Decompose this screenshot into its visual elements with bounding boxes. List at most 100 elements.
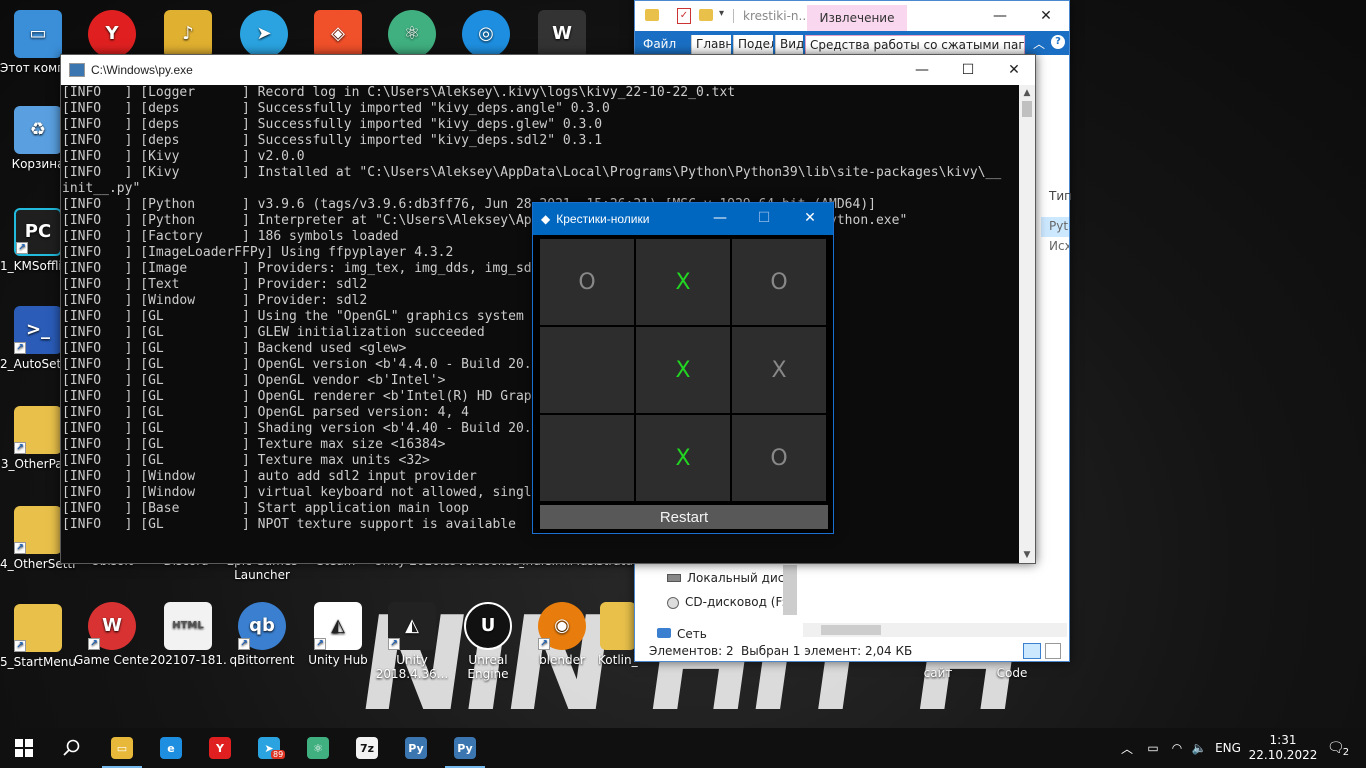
desktop-icon-blender[interactable]: ◉ ↗ blender bbox=[524, 602, 600, 667]
close-button[interactable]: ✕ bbox=[787, 203, 833, 233]
maximize-button[interactable]: ☐ bbox=[741, 203, 787, 233]
game-titlebar[interactable]: ◆ Крестики-нолики — ☐ ✕ bbox=[533, 203, 833, 235]
close-button[interactable]: ✕ bbox=[991, 55, 1037, 85]
large-icons-view-icon[interactable] bbox=[1045, 643, 1061, 659]
tab-view[interactable]: Вид bbox=[775, 35, 803, 55]
close-button[interactable]: ✕ bbox=[1023, 1, 1069, 31]
minimize-button[interactable]: — bbox=[899, 55, 945, 85]
file-row-source[interactable]: Исх bbox=[1049, 239, 1069, 253]
yandex-browser-icon: Y bbox=[88, 10, 136, 58]
desktop-icon-unity-hub[interactable]: ◭ ↗ Unity Hub bbox=[300, 602, 376, 667]
folder-icon bbox=[600, 602, 636, 650]
taskbar-app-file-explorer[interactable]: ▭ bbox=[98, 728, 146, 768]
atom-icon: ⚛ bbox=[307, 737, 329, 759]
scroll-thumb[interactable] bbox=[1022, 101, 1032, 117]
shortcut-arrow-icon: ↗ bbox=[388, 638, 400, 650]
desktop-icon-site-label[interactable]: сайт bbox=[900, 666, 976, 680]
tab-share[interactable]: Поделиться bbox=[733, 35, 773, 55]
maximize-button[interactable]: ☐ bbox=[945, 55, 991, 85]
tray-volume[interactable]: 🔈 bbox=[1188, 728, 1210, 768]
nav-network[interactable]: Сеть bbox=[657, 627, 707, 641]
qbittorrent-icon: qb ↗ bbox=[238, 602, 286, 650]
board-cell-6[interactable]: X bbox=[732, 327, 826, 413]
blender-icon: ◉ ↗ bbox=[538, 602, 586, 650]
file-row-python[interactable]: Pyth bbox=[1041, 217, 1069, 237]
folder-icon: ↗ bbox=[14, 406, 62, 454]
desktop-icon-unreal[interactable]: U Unreal Engine bbox=[450, 602, 526, 681]
board-cell-3[interactable]: O bbox=[732, 239, 826, 325]
notifications-button[interactable]: 🗨 2 bbox=[1318, 728, 1358, 768]
desktop-icon-html-file[interactable]: HTML 202107-181... bbox=[150, 602, 226, 667]
restart-button[interactable]: Restart bbox=[540, 505, 828, 529]
brave-icon: ◈ bbox=[314, 10, 362, 58]
desktop-icon-unity-2018[interactable]: ◭ ↗ Unity 2018.4.36... bbox=[374, 602, 450, 681]
nav-local-disk[interactable]: Локальный диск bbox=[667, 571, 792, 585]
nav-cd-drive[interactable]: CD-дисковод (F:) bbox=[667, 595, 790, 609]
7zip-icon: 7z bbox=[356, 737, 378, 759]
board-cell-4[interactable] bbox=[540, 327, 634, 413]
console-line: [INFO ] [deps ] Successfully imported "k… bbox=[62, 133, 603, 148]
board-cell-1[interactable]: O bbox=[540, 239, 634, 325]
desktop-icon-qbittorrent[interactable]: qb ↗ qBittorrent bbox=[224, 602, 300, 667]
taskbar-app-7zip[interactable]: 7z bbox=[343, 728, 391, 768]
tab-extract-context[interactable]: Извлечение bbox=[807, 5, 907, 31]
desktop-icon-code-label[interactable]: Code bbox=[974, 666, 1050, 680]
chevron-down-icon[interactable]: ▾ bbox=[719, 8, 724, 19]
taskbar-app-yandex-browser[interactable]: Y bbox=[196, 728, 244, 768]
board-cell-5[interactable]: X bbox=[636, 327, 730, 413]
folder-icon: ↗ bbox=[14, 506, 62, 554]
python-icon bbox=[69, 63, 85, 77]
tab-compressed-tools[interactable]: Средства работы со сжатыми папками bbox=[805, 35, 1025, 55]
tray-network[interactable]: ◠ bbox=[1166, 728, 1188, 768]
console-scrollbar[interactable]: ▲ ▼ bbox=[1019, 85, 1035, 563]
unreal-engine-icon: U bbox=[464, 602, 512, 650]
taskbar-app-python-idle[interactable]: Py bbox=[392, 728, 440, 768]
tray-battery[interactable]: ▭ bbox=[1142, 728, 1164, 768]
new-folder-icon[interactable] bbox=[699, 9, 713, 21]
scroll-down-icon[interactable]: ▼ bbox=[1019, 547, 1035, 563]
show-hidden-icons-button[interactable]: ︿ bbox=[1118, 728, 1136, 768]
minimize-button[interactable]: — bbox=[977, 1, 1023, 31]
document-icon: ♪ bbox=[164, 10, 212, 58]
taskbar-app-internet-explorer[interactable]: e bbox=[147, 728, 195, 768]
address-area bbox=[1035, 155, 1069, 179]
console-titlebar[interactable]: C:\Windows\py.exe — ☐ ✕ bbox=[61, 55, 1035, 85]
scroll-thumb[interactable] bbox=[821, 625, 881, 635]
column-header-type[interactable]: Тип bbox=[1049, 189, 1072, 203]
taskbar-app-atom[interactable]: ⚛ bbox=[294, 728, 342, 768]
explorer-titlebar[interactable]: ✓ ▾ krestiki-n... Извлечение — ✕ bbox=[635, 1, 1069, 31]
language-indicator[interactable]: ENG bbox=[1210, 728, 1246, 768]
file-explorer-icon: ▭ bbox=[111, 737, 133, 759]
explorer-title: krestiki-n... bbox=[743, 9, 810, 23]
battery-icon: ▭ bbox=[1147, 741, 1159, 755]
nav-scrollbar[interactable] bbox=[783, 565, 797, 615]
taskbar-app-python-console[interactable]: Py bbox=[441, 728, 489, 768]
tab-home[interactable]: Главная bbox=[691, 35, 731, 55]
board-cell-2[interactable]: X bbox=[636, 239, 730, 325]
help-icon[interactable]: ? bbox=[1051, 35, 1065, 49]
console-line: init__.py" bbox=[62, 181, 141, 196]
search-button[interactable] bbox=[48, 728, 96, 768]
horizontal-scrollbar[interactable] bbox=[803, 623, 1067, 637]
clock[interactable]: 1:31 22.10.2022 bbox=[1249, 728, 1318, 768]
maximize-icon: ☐ bbox=[757, 210, 771, 226]
shortcut-arrow-icon: ↗ bbox=[314, 638, 326, 650]
minimize-button[interactable]: — bbox=[697, 203, 743, 233]
board-cell-9[interactable]: O bbox=[732, 415, 826, 501]
desktop-icon-startmenu[interactable]: ↗ 5_StartMenu bbox=[0, 604, 76, 669]
properties-icon[interactable]: ✓ bbox=[677, 8, 691, 24]
shortcut-arrow-icon: ↗ bbox=[88, 638, 100, 650]
desktop-icon-kotlin[interactable]: Kotlin_... bbox=[598, 602, 638, 667]
start-button[interactable] bbox=[0, 728, 48, 768]
tab-file[interactable]: Файл bbox=[639, 35, 687, 55]
details-view-icon[interactable] bbox=[1023, 643, 1041, 659]
uplay-icon: ◎ bbox=[462, 10, 510, 58]
status-bar: Элементов: 2 Выбран 1 элемент: 2,04 КБ bbox=[635, 641, 1069, 661]
board-cell-8[interactable]: X bbox=[636, 415, 730, 501]
chevron-up-icon[interactable]: ︿ bbox=[1033, 35, 1045, 52]
telegram-icon: ➤ bbox=[240, 10, 288, 58]
desktop-icon-game-center[interactable]: W ↗ Game Center bbox=[74, 602, 150, 667]
board-cell-7[interactable] bbox=[540, 415, 634, 501]
scroll-up-icon[interactable]: ▲ bbox=[1019, 85, 1035, 101]
taskbar-app-telegram[interactable]: ➤ 89 bbox=[245, 728, 293, 768]
